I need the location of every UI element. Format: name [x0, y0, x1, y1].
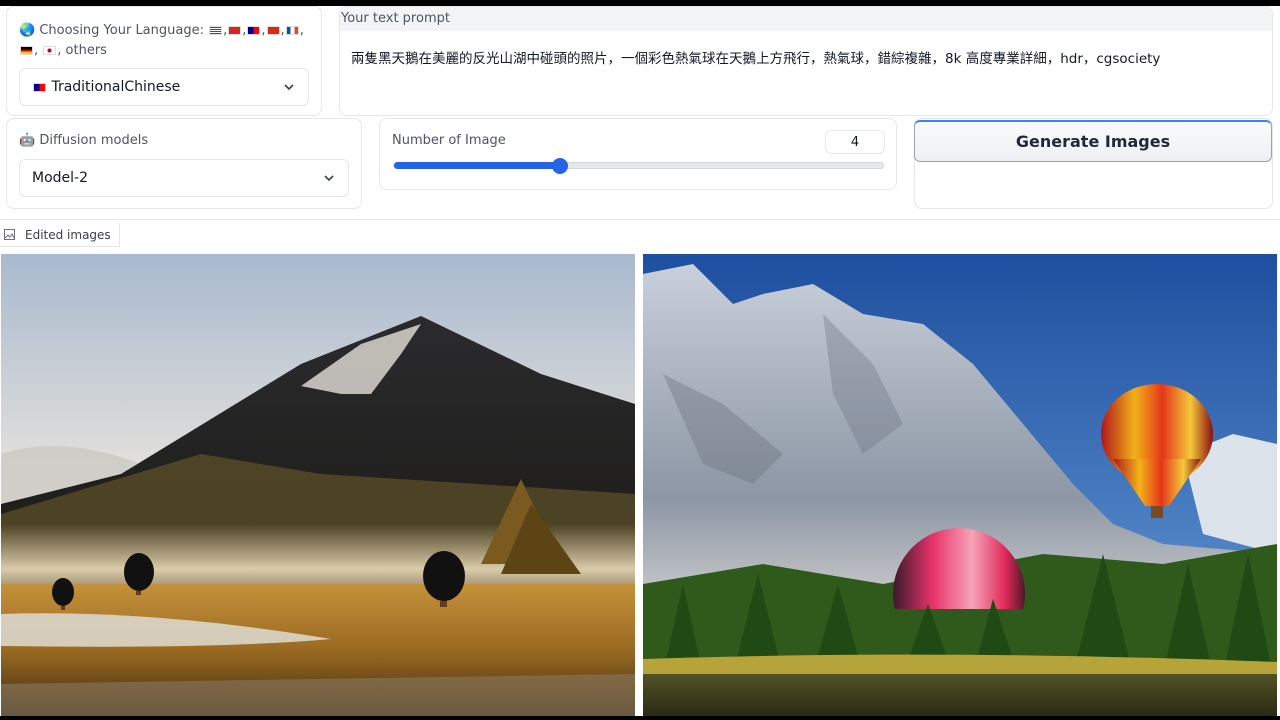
gallery-tab-label: Edited images — [25, 227, 111, 242]
chevron-down-icon — [284, 84, 294, 91]
generate-images-button[interactable]: Generate Images — [914, 120, 1272, 162]
gallery-image-2[interactable] — [643, 254, 1277, 716]
image-icon — [4, 229, 15, 240]
prompt-label: Your text prompt — [341, 11, 450, 26]
prompt-panel: Your text prompt 兩隻黑天鵝在美麗的反光山湖中碰頭的照片，一個彩… — [339, 6, 1273, 116]
num-images-panel: Number of Image 4 — [379, 118, 897, 190]
flag-fr-icon — [285, 26, 299, 35]
gallery-tab[interactable]: Edited images — [0, 223, 120, 247]
prompt-header — [340, 7, 1272, 31]
app-page: 🌏 Choosing Your Language: ,,,,,, , other… — [0, 6, 1280, 716]
section-divider — [0, 219, 1280, 220]
language-select-value-wrap: TraditionalChinese — [32, 79, 180, 95]
flag-cn-icon — [266, 26, 280, 35]
models-select-value: Model-2 — [32, 170, 88, 186]
chevron-down-icon — [324, 175, 334, 182]
flag-vn-icon — [228, 26, 242, 35]
num-images-slider-track[interactable] — [393, 158, 884, 174]
models-label: 🤖 Diffusion models — [19, 133, 148, 148]
flag-jp-icon — [43, 46, 57, 55]
num-images-slider-fill — [394, 162, 561, 169]
prompt-input[interactable]: 兩隻黑天鵝在美麗的反光山湖中碰頭的照片，一個彩色熱氣球在天鵝上方飛行，熱氣球，錯… — [351, 47, 1262, 67]
alpine-balloons-image — [643, 254, 1277, 716]
mountain-lake-balloons-image — [1, 254, 635, 716]
language-select-value: TraditionalChinese — [51, 79, 181, 95]
language-label-suffix: , others — [57, 43, 107, 58]
num-images-slider-thumb[interactable] — [552, 158, 569, 174]
flag-tw-icon — [33, 83, 46, 92]
flag-de-icon — [20, 46, 33, 55]
globe-icon: 🌏 — [19, 23, 36, 38]
robot-icon: 🤖 — [19, 133, 36, 148]
models-panel: 🤖 Diffusion models Model-2 — [6, 118, 362, 209]
language-select[interactable]: TraditionalChinese — [19, 68, 309, 106]
language-label-text: Choosing Your Language: — [39, 23, 204, 38]
gallery-image-1[interactable] — [1, 254, 635, 716]
num-images-value-box[interactable]: 4 — [825, 130, 885, 154]
language-label: 🌏 Choosing Your Language: ,,,,,, , other… — [19, 23, 304, 58]
num-images-label: Number of Image — [392, 133, 506, 148]
flag-tw-icon — [247, 26, 261, 35]
flag-us-icon — [209, 26, 223, 35]
models-select[interactable]: Model-2 — [19, 159, 349, 197]
models-label-text: Diffusion models — [39, 133, 149, 148]
language-panel: 🌏 Choosing Your Language: ,,,,,, , other… — [6, 6, 322, 116]
